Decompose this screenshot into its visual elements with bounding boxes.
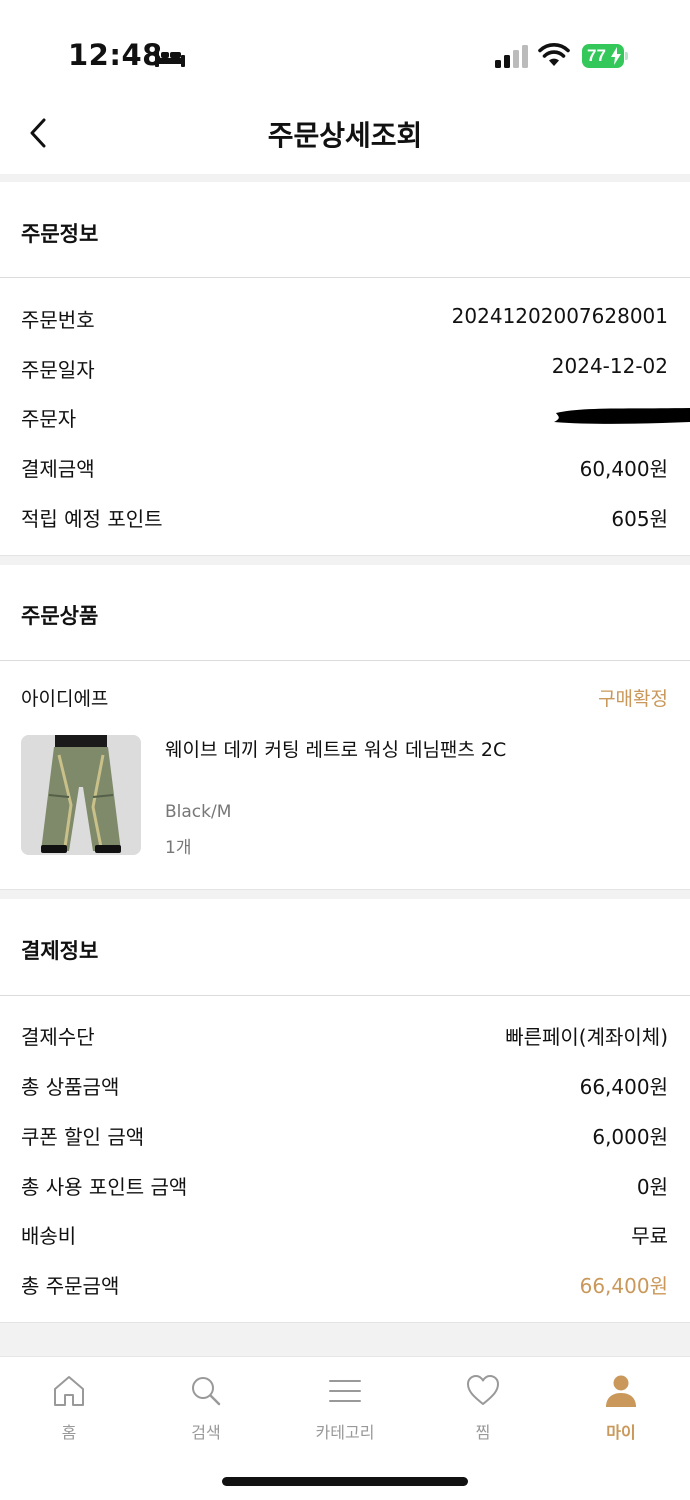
section-gap — [0, 174, 690, 182]
row-label: 결제수단 — [21, 1025, 95, 1049]
battery-indicator: 77 — [582, 44, 628, 68]
total-product-amount-value: 66,400원 — [579, 1075, 668, 1099]
points-used-row: 총 사용 포인트 금액 0원 — [0, 1171, 690, 1207]
total-order-amount-row: 총 주문금액 66,400원 — [0, 1270, 690, 1306]
row-label: 결제금액 — [21, 457, 95, 481]
section-gap — [0, 555, 690, 565]
app-header: 주문상세조회 — [0, 100, 690, 174]
nav-label: 검색 — [191, 1423, 221, 1442]
product-quantity: 1개 — [165, 838, 192, 858]
home-icon — [54, 1376, 84, 1406]
status-time: 12:48 — [68, 38, 163, 72]
order-number-row: 주문번호 20241202007628001 — [0, 304, 690, 340]
shipping-fee-row: 배송비 무료 — [0, 1220, 690, 1256]
search-icon — [192, 1377, 221, 1406]
order-number-value: 20241202007628001 — [451, 304, 668, 328]
nav-label: 카테고리 — [315, 1423, 375, 1442]
payment-method-row: 결제수단 빠른페이(계좌이체) — [0, 1021, 690, 1057]
denim-pants-image — [21, 735, 141, 855]
coupon-discount-row: 쿠폰 할인 금액 6,000원 — [0, 1121, 690, 1157]
section-gap — [0, 1322, 690, 1356]
charging-bolt-icon — [611, 47, 621, 65]
nav-item-home[interactable]: 홈 — [0, 1357, 138, 1457]
nav-item-category[interactable]: 카테고리 — [276, 1357, 414, 1457]
product-option: Black/M — [165, 802, 232, 822]
divider — [0, 995, 690, 996]
row-label: 주문번호 — [21, 308, 95, 332]
payment-method-value: 빠른페이(계좌이체) — [505, 1025, 668, 1049]
redaction-mark — [554, 408, 690, 424]
nav-label: 마이 — [606, 1423, 636, 1442]
heart-icon — [467, 1375, 499, 1405]
status-bar: 12:48 77 — [0, 0, 690, 100]
nav-label: 홈 — [61, 1423, 77, 1442]
reward-points-row: 적립 예정 포인트 605원 — [0, 503, 690, 539]
divider — [0, 660, 690, 661]
row-label: 쿠폰 할인 금액 — [21, 1125, 145, 1149]
payment-amount-value: 60,400원 — [579, 457, 668, 481]
seller-name[interactable]: 아이디에프 — [21, 684, 108, 711]
row-label: 총 상품금액 — [21, 1075, 120, 1099]
shipping-fee-value: 무료 — [631, 1224, 668, 1248]
divider — [0, 277, 690, 278]
order-date-row: 주문일자 2024-12-02 — [0, 354, 690, 390]
nav-item-search[interactable]: 검색 — [137, 1357, 275, 1457]
person-icon — [606, 1375, 636, 1407]
coupon-discount-value: 6,000원 — [592, 1125, 668, 1149]
product-image[interactable] — [21, 735, 141, 855]
row-label: 주문자 — [21, 407, 77, 431]
order-items-title: 주문상품 — [21, 604, 99, 628]
page-title: 주문상세조회 — [267, 119, 423, 152]
total-order-amount-value: 66,400원 — [579, 1274, 668, 1298]
total-product-amount-row: 총 상품금액 66,400원 — [0, 1071, 690, 1107]
cellular-signal-icon — [495, 45, 528, 68]
wifi-icon — [538, 43, 570, 66]
row-label: 총 주문금액 — [21, 1274, 120, 1298]
row-label: 주문일자 — [21, 358, 95, 382]
product-name[interactable]: 웨이브 데끼 커팅 레트로 워싱 데님팬츠 2C — [165, 735, 506, 762]
order-info-title: 주문정보 — [21, 222, 99, 246]
section-gap — [0, 889, 690, 899]
menu-icon — [329, 1380, 361, 1402]
home-indicator — [222, 1477, 468, 1486]
nav-label: 찜 — [475, 1423, 491, 1442]
nav-item-wishlist[interactable]: 찜 — [414, 1357, 552, 1457]
row-label: 적립 예정 포인트 — [21, 507, 163, 531]
nav-item-my[interactable]: 마이 — [552, 1357, 690, 1457]
payment-amount-row: 결제금액 60,400원 — [0, 453, 690, 489]
battery-level: 77 — [587, 46, 606, 65]
row-label: 총 사용 포인트 금액 — [21, 1175, 188, 1199]
sleep-focus-icon — [155, 48, 185, 67]
row-label: 배송비 — [21, 1224, 77, 1248]
reward-points-value: 605원 — [611, 507, 668, 531]
points-used-value: 0원 — [636, 1175, 668, 1199]
payment-info-title: 결제정보 — [21, 939, 99, 963]
order-date-value: 2024-12-02 — [551, 354, 668, 378]
order-status-badge: 구매확정 — [598, 688, 668, 710]
